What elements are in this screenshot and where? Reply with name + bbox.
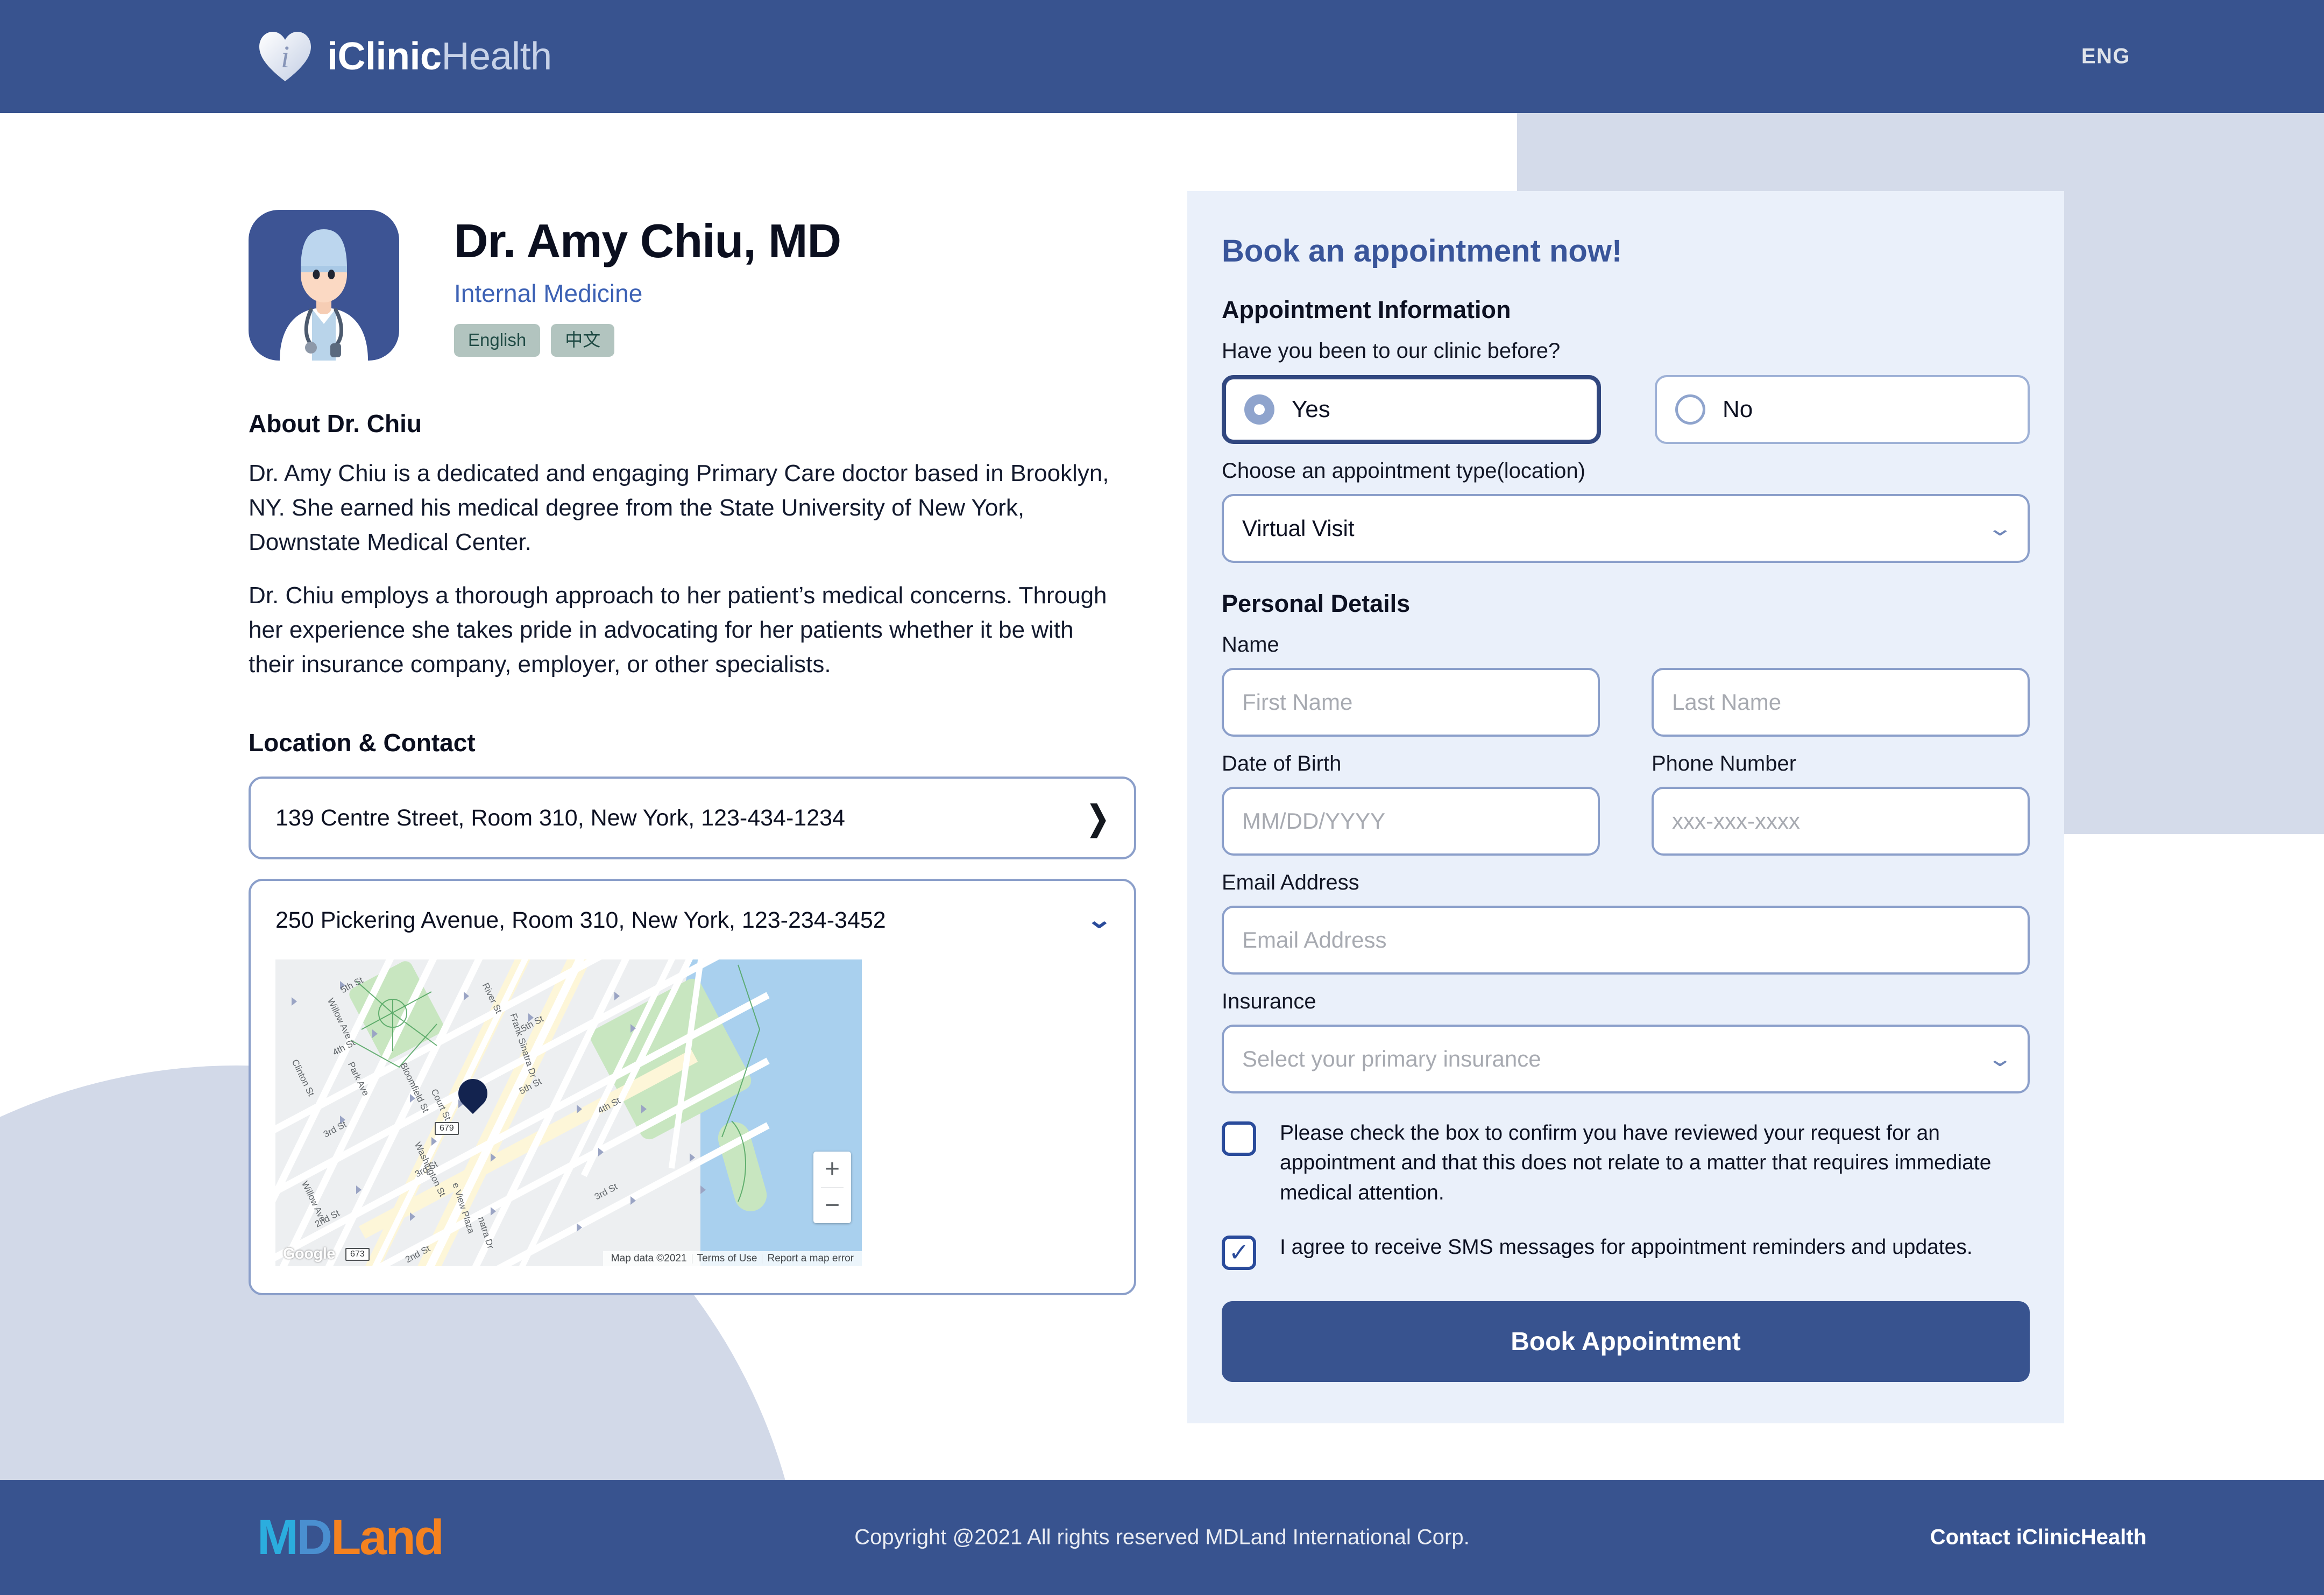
consent-checkbox[interactable] xyxy=(1222,1121,1256,1156)
radio-unselected-icon xyxy=(1675,394,1705,425)
sms-checkbox[interactable] xyxy=(1222,1236,1256,1271)
language-chip-chinese[interactable]: 中文 xyxy=(551,324,615,357)
site-footer: MDLand Copyright @2021 All rights reserv… xyxy=(0,1480,2324,1595)
mdland-logo-land: Land xyxy=(331,1510,444,1565)
map-report-error-link[interactable]: Report a map error xyxy=(762,1253,859,1265)
phone-number-placeholder: xxx-xxx-xxxx xyxy=(1672,808,1800,834)
insurance-label: Insurance xyxy=(1222,990,1316,1013)
location-row-2[interactable]: 250 Pickering Avenue, Room 310, New York… xyxy=(275,881,1113,959)
about-paragraph-2: Dr. Chiu employs a thorough approach to … xyxy=(249,582,1107,678)
doctor-meta: Dr. Amy Chiu, MD Internal Medicine Engli… xyxy=(454,210,841,357)
about-paragraph-1: Dr. Amy Chiu is a dedicated and engaging… xyxy=(249,460,1109,556)
phone-number-label: Phone Number xyxy=(1652,752,1797,775)
book-appointment-button[interactable]: Book Appointment xyxy=(1222,1301,2030,1382)
map-zoom-in-button[interactable]: + xyxy=(813,1152,851,1187)
visited-before-label: Have you been to our clinic before? xyxy=(1222,339,1561,363)
personal-details-heading: Personal Details xyxy=(1222,590,1411,617)
radio-label-no: No xyxy=(1723,396,1753,422)
map-attribution-bar: Map data ©2021 Terms of Use Report a map… xyxy=(603,1251,862,1267)
date-of-birth-input[interactable]: MM/DD/YYYY xyxy=(1222,787,1600,856)
dob-phone-fields-row: MM/DD/YYYY xxx-xxx-xxxx xyxy=(1222,776,2030,856)
brand-wordmark: iClinicHealth xyxy=(327,37,552,76)
insurance-select[interactable]: Select your primary insurance ⌄ xyxy=(1222,1025,2030,1093)
map-zoom-out-button[interactable]: − xyxy=(813,1188,851,1223)
about-heading: About Dr. Chiu xyxy=(249,410,422,437)
language-chip-english[interactable]: English xyxy=(454,324,541,357)
location-card-2[interactable]: 250 Pickering Avenue, Room 310, New York… xyxy=(249,879,1136,1296)
map-zoom-control[interactable]: + − xyxy=(813,1152,851,1224)
radio-option-yes[interactable]: Yes xyxy=(1222,375,1601,444)
appointment-type-value: Virtual Visit xyxy=(1242,516,1355,541)
mdland-logo-d: D xyxy=(296,1510,332,1565)
location-row-1[interactable]: 139 Centre Street, Room 310, New York, 1… xyxy=(275,779,1109,857)
doctor-avatar xyxy=(249,210,399,361)
brand-logo[interactable]: i iClinicHealth xyxy=(257,29,552,84)
appointment-type-select[interactable]: Virtual Visit ⌄ xyxy=(1222,494,2030,563)
appointment-information-heading: Appointment Information xyxy=(1222,296,1511,323)
doctor-header: Dr. Amy Chiu, MD Internal Medicine Engli… xyxy=(249,210,1136,361)
chevron-down-icon[interactable]: ⌄ xyxy=(1987,516,2014,541)
consent-checkbox-row[interactable]: Please check the box to confirm you have… xyxy=(1222,1118,2030,1208)
radio-label-yes: Yes xyxy=(1292,396,1330,422)
radio-option-no[interactable]: No xyxy=(1655,375,2030,444)
visited-before-radio-group: Yes No xyxy=(1222,375,2030,444)
language-switcher-button[interactable]: ENG xyxy=(2081,45,2130,69)
brand-primary-text: iClinic xyxy=(327,35,442,78)
doctor-specialty: Internal Medicine xyxy=(454,279,643,308)
booking-form-panel: Book an appointment now! Appointment Inf… xyxy=(1187,191,2064,1423)
sms-consent-text: I agree to receive SMS messages for appo… xyxy=(1280,1236,1973,1259)
footer-copyright: Copyright @2021 All rights reserved MDLa… xyxy=(854,1525,1470,1549)
email-address-label: Email Address xyxy=(1222,871,1359,894)
appointment-booking-page: i iClinicHealth ENG Dr. Amy Chiu, MD Int… xyxy=(0,0,2324,1595)
sms-checkbox-row[interactable]: I agree to receive SMS messages for appo… xyxy=(1222,1232,2030,1271)
svg-text:i: i xyxy=(281,39,289,74)
location-contact-heading: Location & Contact xyxy=(249,729,476,757)
email-address-placeholder: Email Address xyxy=(1242,927,1387,952)
name-fields-row: First Name Last Name xyxy=(1222,657,2030,737)
dob-phone-labels-row: Date of Birth Phone Number xyxy=(1222,737,2030,776)
name-label: Name xyxy=(1222,633,1279,657)
location-address-1: 139 Centre Street, Room 310, New York, 1… xyxy=(275,804,845,831)
appointment-type-label: Choose an appointment type(location) xyxy=(1222,459,1585,483)
first-name-placeholder: First Name xyxy=(1242,689,1353,715)
booking-form-title: Book an appointment now! xyxy=(1222,234,1622,269)
consent-text: Please check the box to confirm you have… xyxy=(1280,1121,1992,1204)
brand-secondary-text: Health xyxy=(441,35,552,78)
map-attribution-text: Map data ©2021 xyxy=(611,1253,687,1265)
chevron-down-icon[interactable]: ⌄ xyxy=(1086,908,1113,932)
insurance-placeholder: Select your primary insurance xyxy=(1242,1046,1541,1071)
doctor-language-chips: English 中文 xyxy=(454,324,841,357)
last-name-input[interactable]: Last Name xyxy=(1652,668,2030,737)
phone-number-input[interactable]: xxx-xxx-xxxx xyxy=(1652,787,2030,856)
date-of-birth-placeholder: MM/DD/YYYY xyxy=(1242,808,1386,834)
site-header: i iClinicHealth ENG xyxy=(0,0,2324,113)
footer-contact-link[interactable]: Contact iClinicHealth xyxy=(1930,1526,2146,1550)
first-name-input[interactable]: First Name xyxy=(1222,668,1600,737)
heart-logo-icon: i xyxy=(257,29,313,84)
doctor-name: Dr. Amy Chiu, MD xyxy=(454,214,841,267)
location-address-2: 250 Pickering Avenue, Room 310, New York… xyxy=(275,907,886,933)
chevron-right-icon[interactable]: ❯ xyxy=(1087,801,1109,835)
map-route-shield-679: 679 xyxy=(435,1122,459,1135)
google-watermark: Google xyxy=(283,1245,335,1263)
last-name-placeholder: Last Name xyxy=(1672,689,1782,715)
date-of-birth-label: Date of Birth xyxy=(1222,752,1342,775)
email-address-input[interactable]: Email Address xyxy=(1222,906,2030,975)
location-map[interactable]: 5th St 5th St 5th St 4th St 4th St 3rd S… xyxy=(275,959,862,1267)
mdland-logo[interactable]: MDLand xyxy=(257,1510,444,1565)
mdland-logo-m: M xyxy=(257,1510,299,1565)
map-terms-link[interactable]: Terms of Use xyxy=(692,1253,762,1265)
radio-selected-icon xyxy=(1244,394,1274,425)
location-card-1[interactable]: 139 Centre Street, Room 310, New York, 1… xyxy=(249,777,1136,860)
doctor-profile-column: Dr. Amy Chiu, MD Internal Medicine Engli… xyxy=(249,210,1136,1296)
chevron-down-icon[interactable]: ⌄ xyxy=(1987,1047,2014,1071)
map-route-shield-673: 673 xyxy=(345,1248,370,1261)
